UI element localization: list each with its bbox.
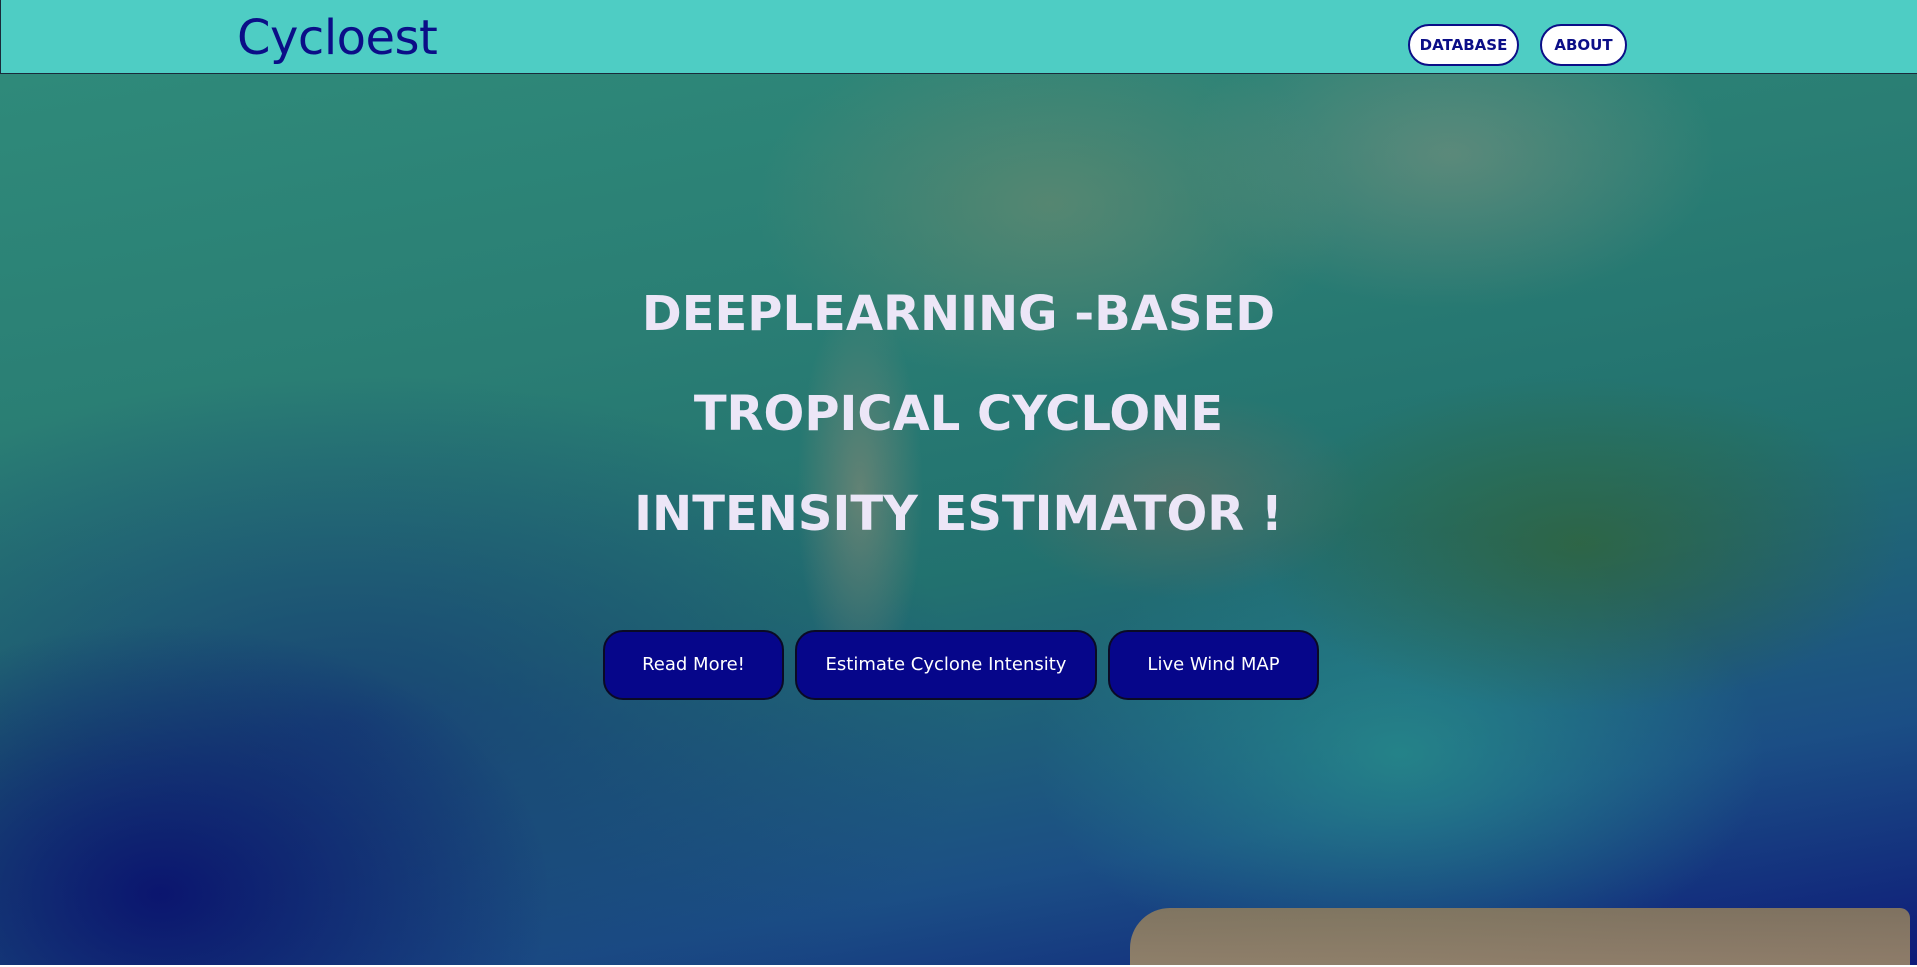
hero-title-line-3: INTENSITY ESTIMATOR ! bbox=[634, 486, 1283, 542]
read-more-button[interactable]: Read More! bbox=[603, 630, 784, 700]
hero-title-line-2: TROPICAL CYCLONE bbox=[693, 386, 1224, 442]
database-button[interactable]: DATABASE bbox=[1408, 24, 1519, 66]
estimate-cyclone-intensity-button[interactable]: Estimate Cyclone Intensity bbox=[795, 630, 1097, 700]
live-wind-map-button[interactable]: Live Wind MAP bbox=[1108, 630, 1319, 700]
coastline-decoration bbox=[1130, 908, 1910, 965]
brand-logo-text[interactable]: Cycloest bbox=[237, 10, 438, 66]
hero-title-line-1: DEEPLEARNING -BASED bbox=[641, 286, 1276, 342]
top-navbar: Cycloest DATABASE ABOUT bbox=[0, 0, 1917, 74]
about-button[interactable]: ABOUT bbox=[1540, 24, 1627, 66]
